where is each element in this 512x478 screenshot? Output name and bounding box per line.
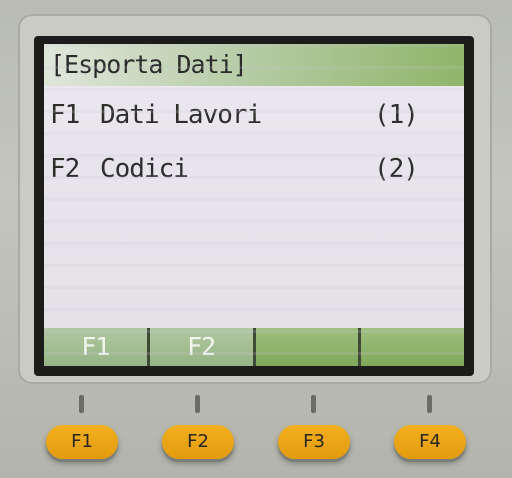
menu-item-key: F2 — [50, 154, 80, 184]
key-indicator-tick — [311, 395, 316, 413]
menu-item-label: Codici — [100, 154, 189, 184]
menu-item-count: (1) — [374, 100, 419, 130]
menu-item-label: Dati Lavori — [100, 100, 262, 130]
hardware-key-group-f2: F2 — [158, 395, 238, 465]
f4-key[interactable]: F4 — [394, 425, 466, 459]
device-body: [Esporta Dati] F1 Dati Lavori (1) F2 Cod… — [0, 0, 512, 478]
title-bar: [Esporta Dati] — [44, 44, 464, 86]
softkey-f4[interactable] — [361, 328, 464, 366]
hardware-key-group-f3: F3 — [274, 395, 354, 465]
key-indicator-tick — [79, 395, 84, 413]
hardware-key-group-f1: F1 — [42, 395, 122, 465]
menu-item-count: (2) — [374, 154, 419, 184]
f1-key[interactable]: F1 — [46, 425, 118, 459]
menu-item-codici[interactable]: F2 Codici (2) — [44, 154, 464, 194]
screen-title: [Esporta Dati] — [50, 50, 248, 79]
softkey-f2[interactable]: F2 — [149, 328, 253, 366]
softkey-f1[interactable]: F1 — [44, 328, 147, 366]
menu-item-key: F1 — [50, 100, 80, 130]
key-indicator-tick — [427, 395, 432, 413]
lcd-screen: [Esporta Dati] F1 Dati Lavori (1) F2 Cod… — [44, 44, 464, 366]
key-indicator-tick — [195, 395, 200, 413]
menu-item-dati-lavori[interactable]: F1 Dati Lavori (1) — [44, 100, 464, 140]
softkey-bar: F1 F2 — [44, 328, 464, 366]
f3-key[interactable]: F3 — [278, 425, 350, 459]
hardware-key-group-f4: F4 — [390, 395, 470, 465]
softkey-f3[interactable] — [255, 328, 359, 366]
f2-key[interactable]: F2 — [162, 425, 234, 459]
